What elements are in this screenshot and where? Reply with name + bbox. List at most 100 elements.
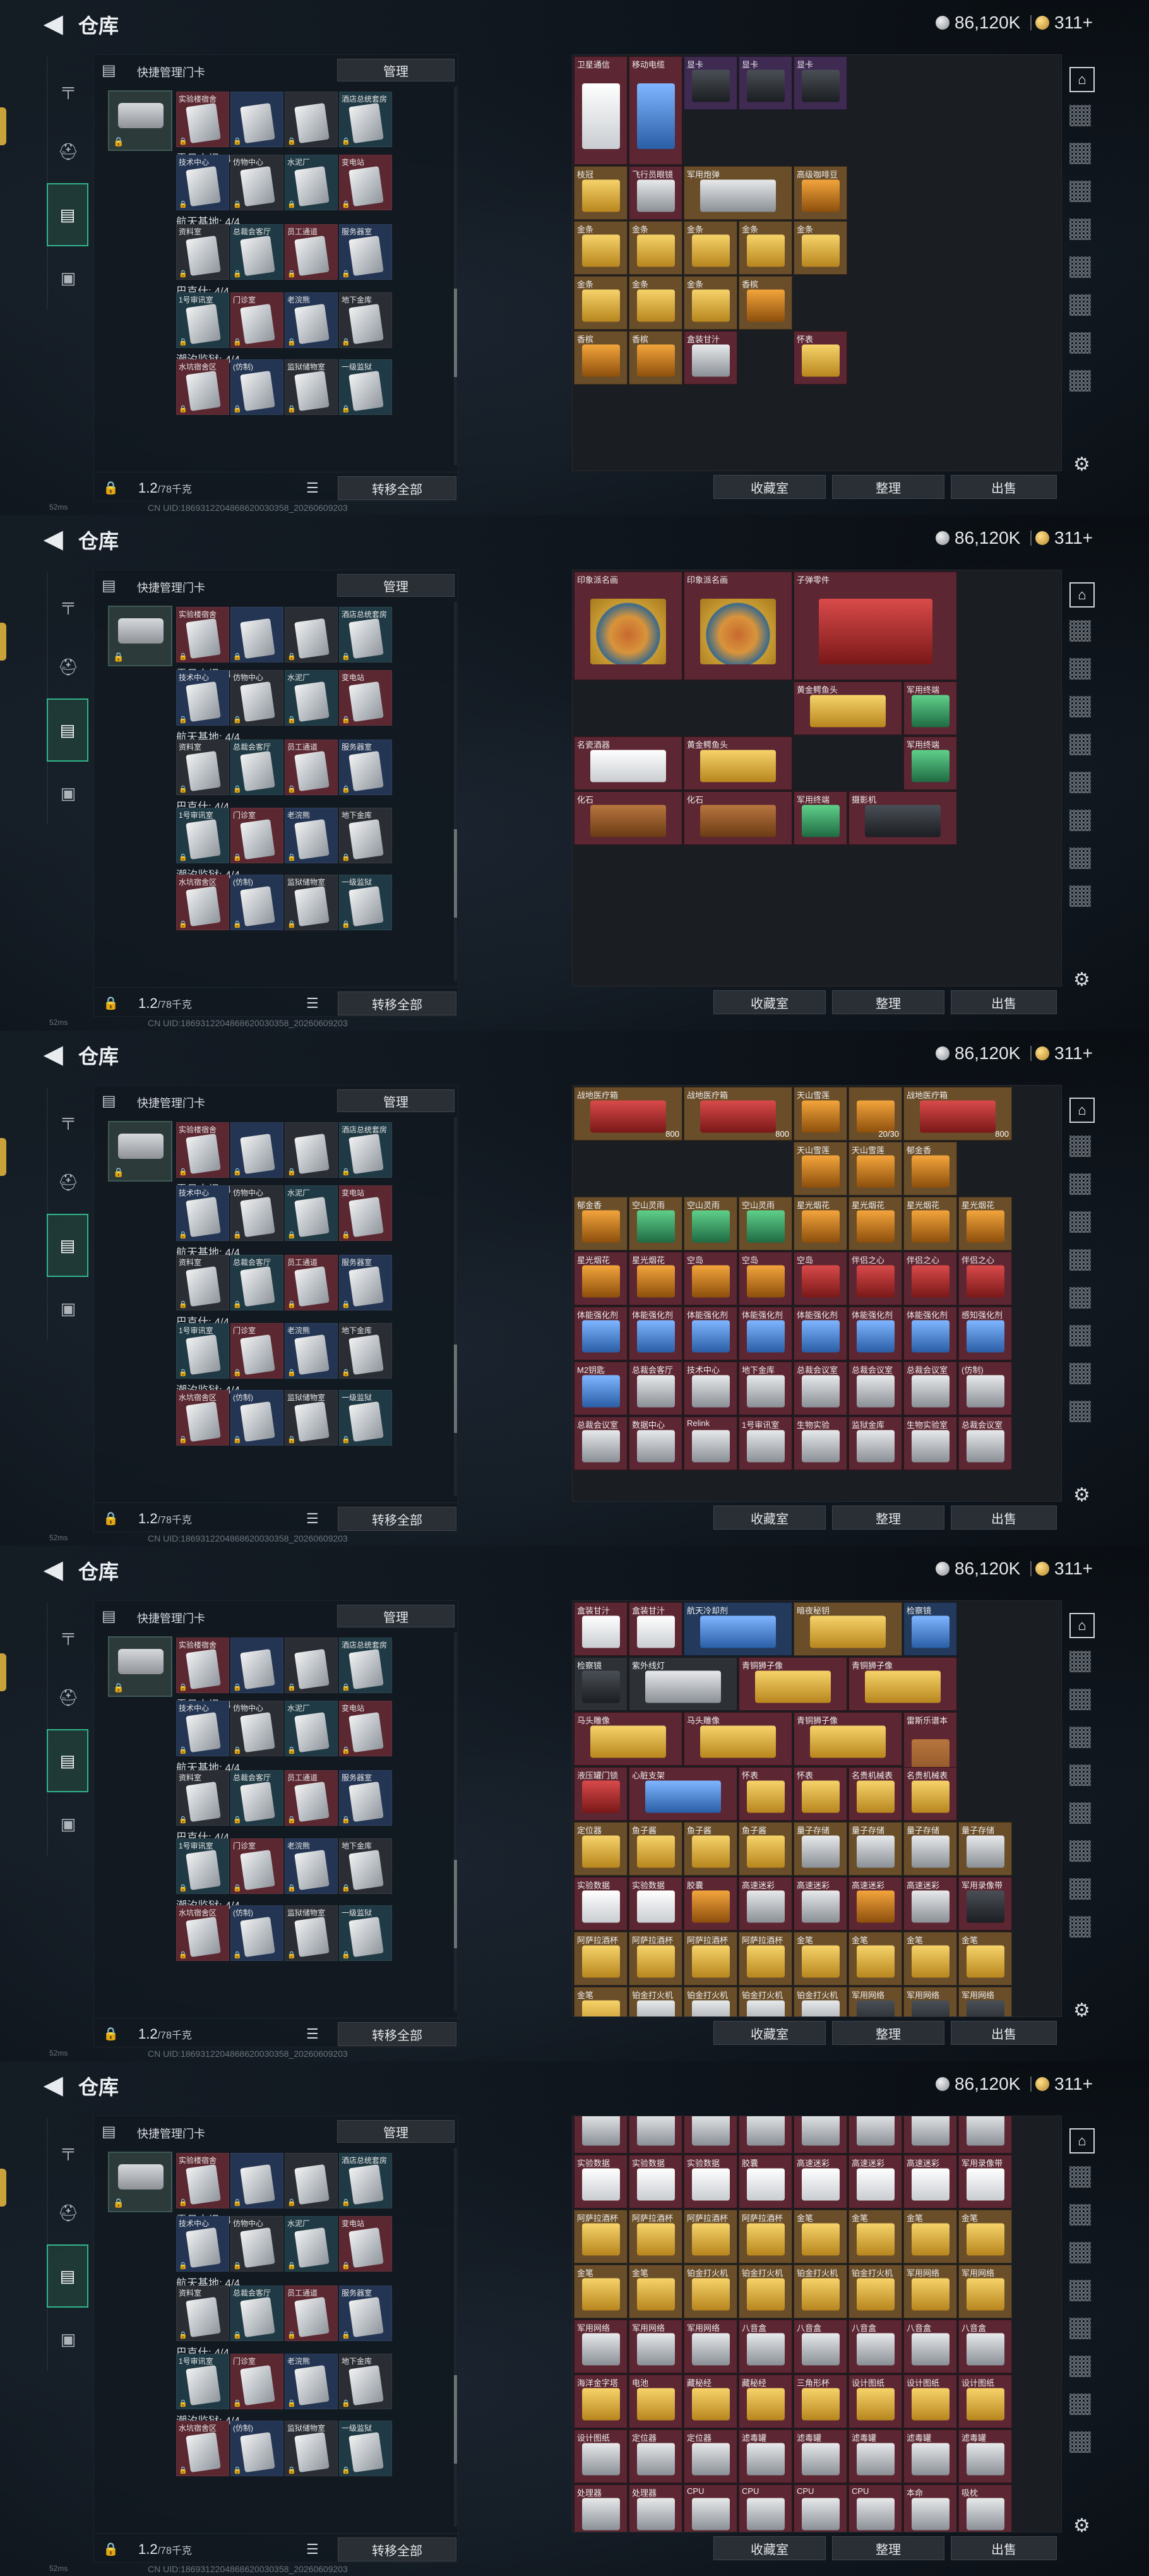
keycard-tile[interactable]: 仿物中心 🔒 <box>230 1185 283 1241</box>
keycard-tile[interactable]: 技术中心 🔒 <box>176 155 229 210</box>
stash-grid[interactable]: 盒装甘汁 盒装甘汁 航天冷却剂 暗夜秘钥 检察镜 检察镜 紫外线灯 青铜狮子像 青铜狮子像 马头雕… <box>572 1600 1062 2017</box>
keycard-tile[interactable]: 水坑宿舍区 🔒 <box>176 2421 229 2476</box>
keycard-slot[interactable]: 🔒 <box>108 606 172 666</box>
stash-item[interactable]: 暗夜秘钥 <box>794 1602 902 1656</box>
keycard-tile[interactable]: 老浣熊 🔒 <box>285 808 338 863</box>
stash-item[interactable]: 军用网络 <box>574 2320 628 2373</box>
stash-tab-main[interactable]: ⌂ <box>1069 1098 1095 1123</box>
stash-tab-7[interactable] <box>1069 810 1091 831</box>
stash-grid[interactable]: 卫星通信 移动电缆 显卡 显卡 显卡 枝冠 飞行员眼镜 军用炮弹 高级咖啡豆 金条 金条 金条 金条 金条… <box>572 54 1062 471</box>
stash-item[interactable]: 伴侣之心 <box>903 1252 957 1305</box>
keycard-tile[interactable]: 🔒 <box>230 2153 283 2208</box>
stash-tab-5[interactable] <box>1069 1764 1091 1786</box>
keycard-tile[interactable]: 🔒 <box>285 607 338 662</box>
stash-item[interactable]: 空岛 <box>739 1252 792 1305</box>
stash-item[interactable]: 处理器 <box>574 2484 628 2532</box>
scrollbar-thumb[interactable] <box>454 289 457 377</box>
stash-item[interactable]: 监狱金库 <box>848 1417 902 1470</box>
keycard-tile[interactable]: 🔒 <box>285 2153 338 2208</box>
stash-item[interactable]: 液压罐门锁 <box>574 1767 628 1821</box>
stash-item[interactable]: 定位器 <box>574 1822 628 1876</box>
stash-tab-2[interactable] <box>1069 105 1091 126</box>
stash-item[interactable]: 八音盒 <box>848 2320 902 2373</box>
tab-armor[interactable]: ⛑ <box>47 635 88 698</box>
keycard-tile[interactable]: 服务器室 🔒 <box>339 1770 392 1826</box>
tab-armor[interactable]: ⛑ <box>47 1666 88 1729</box>
keycard-tile[interactable]: 监狱储物室 🔒 <box>285 359 338 415</box>
stash-item[interactable]: 实验数据 <box>574 1877 628 1931</box>
keycard-tile[interactable]: 地下金库 🔒 <box>339 1323 392 1379</box>
stash-item[interactable]: 郁金香 <box>903 1142 957 1195</box>
keycard-tile[interactable]: 1号审讯室 🔒 <box>176 1838 229 1894</box>
stash-tab-6[interactable] <box>1069 2318 1091 2339</box>
stash-item[interactable]: 金笔 <box>794 1932 847 1986</box>
sell-button[interactable]: 出售 <box>951 990 1057 1014</box>
stash-item[interactable]: 量子存储 <box>903 1822 957 1876</box>
stash-item[interactable]: 军用录像带 <box>958 2155 1012 2208</box>
stash-item[interactable] <box>684 2116 737 2154</box>
keycard-tile[interactable]: 老浣熊 🔒 <box>285 1323 338 1379</box>
stash-tab-main[interactable]: ⌂ <box>1069 67 1095 92</box>
stash-tab-2[interactable] <box>1069 2166 1091 2188</box>
stash-item[interactable]: 马头雕像 <box>684 1712 792 1766</box>
stash-item[interactable]: 金笔 <box>848 2210 902 2263</box>
keycard-tile[interactable]: 资料室 🔒 <box>176 1770 229 1826</box>
stash-tab-4[interactable] <box>1069 1727 1091 1748</box>
keycard-tile[interactable]: 技术中心 🔒 <box>176 1185 229 1241</box>
transfer-all-button[interactable]: 转移全部 <box>338 476 456 500</box>
keycard-tile[interactable]: 水坑宿舍区 🔒 <box>176 1905 229 1961</box>
stash-item[interactable]: 阿萨拉酒杯 <box>574 2210 628 2263</box>
list-icon[interactable]: ☰ <box>306 480 319 496</box>
stash-item[interactable]: 检察镜 <box>903 1602 957 1656</box>
stash-item[interactable]: 金笔 <box>629 2265 682 2318</box>
stash-item[interactable]: 军用炮弹 <box>684 166 792 220</box>
stash-item[interactable] <box>848 2116 902 2154</box>
stash-item[interactable]: 阿萨拉酒杯 <box>629 1932 682 1986</box>
keycard-tile[interactable]: 监狱储物室 🔒 <box>285 1390 338 1446</box>
stash-item[interactable]: 金笔 <box>958 2210 1012 2263</box>
stash-item[interactable]: 金笔 <box>903 2210 957 2263</box>
stash-item[interactable]: 显卡 <box>794 56 847 110</box>
keycard-tile[interactable]: 1号审讯室 🔒 <box>176 2354 229 2409</box>
back-button[interactable]: ◀ <box>44 2073 72 2098</box>
stash-tab-4[interactable] <box>1069 696 1091 717</box>
stash-item[interactable]: 铂金打火机 <box>684 1987 737 2016</box>
vault-button[interactable]: 收藏室 <box>713 990 826 1014</box>
stash-tab-9[interactable] <box>1069 885 1091 907</box>
stash-item[interactable]: 名瓷酒器 <box>574 736 682 790</box>
stash-item[interactable]: 处理器 <box>629 2484 682 2532</box>
stash-item[interactable]: 铂金打火机 <box>739 1987 792 2016</box>
stash-item[interactable]: 金条 <box>684 276 737 330</box>
manage-button[interactable]: 管理 <box>337 2120 455 2143</box>
keycard-tile[interactable]: 资料室 🔒 <box>176 1255 229 1310</box>
keycard-tile[interactable]: (仿制) 🔒 <box>230 1905 283 1961</box>
stash-tab-6[interactable] <box>1069 1287 1091 1309</box>
keycard-tile[interactable]: 总裁会客厅 🔒 <box>230 2285 283 2341</box>
stash-item[interactable]: 天山雪莲 <box>848 1142 902 1195</box>
keycard-tile[interactable]: 老浣熊 🔒 <box>285 292 338 348</box>
stash-item[interactable]: 伴侣之心 <box>848 1252 902 1305</box>
keycard-tile[interactable]: 实验楼宿舍 🔒 <box>176 2153 229 2208</box>
transfer-all-button[interactable]: 转移全部 <box>338 1507 456 1531</box>
keycard-tile[interactable]: 变电站 🔒 <box>339 670 392 726</box>
stash-item[interactable]: 检察镜 <box>574 1657 628 1711</box>
stash-item[interactable]: 紫外线灯 <box>629 1657 737 1711</box>
keycard-tile[interactable]: 🔒 <box>230 1122 283 1178</box>
vault-button[interactable]: 收藏室 <box>713 2536 826 2560</box>
keycard-tile[interactable]: 实验楼宿舍 🔒 <box>176 92 229 147</box>
stash-item[interactable]: 藏秘经 <box>739 2375 792 2428</box>
keycard-tile[interactable]: 🔒 <box>285 1122 338 1178</box>
stash-item[interactable]: 怀表 <box>794 1767 847 1821</box>
stash-item[interactable]: 滤毒罐 <box>848 2429 902 2483</box>
stash-item[interactable]: 军用终端 <box>903 736 957 790</box>
stash-item[interactable]: 香槟 <box>629 331 682 385</box>
keycard-scrollbar[interactable] <box>454 87 457 465</box>
keycard-tile[interactable]: (仿制) 🔒 <box>230 2421 283 2476</box>
keycard-tile[interactable]: 变电站 🔒 <box>339 1185 392 1241</box>
keycard-scrollbar[interactable] <box>454 1632 457 2011</box>
stash-item[interactable]: 黄金鳄鱼头 <box>684 736 792 790</box>
settings-gear-icon[interactable]: ⚙ <box>1073 453 1090 476</box>
stash-grid[interactable]: 实验数据 实验数据 实验数据 胶囊 高速迷彩 高速迷彩 高速迷彩 军用录像带 阿萨拉酒杯 阿萨拉酒… <box>572 2116 1062 2532</box>
keycard-tile[interactable]: 监狱储物室 🔒 <box>285 875 338 930</box>
stash-item[interactable]: 高速迷彩 <box>794 1877 847 1931</box>
